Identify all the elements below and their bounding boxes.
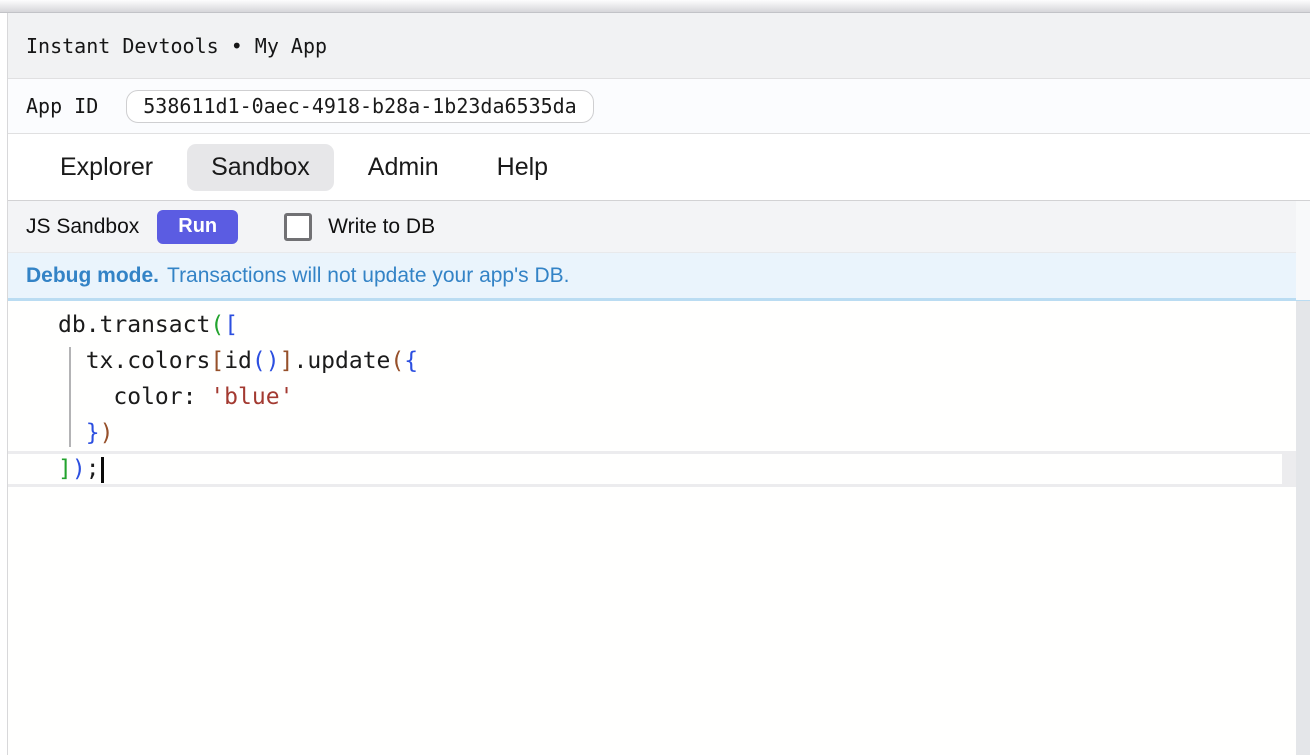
code-line: }) [8, 415, 1296, 451]
active-line-highlight: ]); [8, 451, 1296, 487]
code-token: ) [72, 456, 86, 482]
sandbox-content: JS Sandbox Run Write to DB Debug mode. T… [8, 201, 1310, 755]
sandbox-main: JS Sandbox Run Write to DB Debug mode. T… [8, 201, 1296, 755]
tab-help[interactable]: Help [473, 144, 572, 191]
code-token: { [404, 348, 418, 374]
code-line: color: 'blue' [8, 379, 1296, 415]
debug-mode-bold: Debug mode. [26, 264, 159, 288]
header: Instant Devtools • My App [8, 13, 1310, 79]
write-to-db-label: Write to DB [328, 215, 435, 239]
app-id-value[interactable]: 538611d1-0aec-4918-b28a-1b23da6535da [126, 90, 593, 123]
code-token: 'blue' [210, 384, 293, 410]
window-title: Instant Devtools • My App [26, 34, 327, 58]
code-lines: db.transact([ tx.colors[id()].update({ c… [8, 307, 1296, 487]
debug-mode-text: Transactions will not update your app's … [167, 264, 569, 288]
tab-sandbox[interactable]: Sandbox [187, 144, 334, 191]
tab-bar: Explorer Sandbox Admin Help [8, 134, 1310, 201]
code-token: ) [100, 420, 114, 446]
code-line: ]); [8, 454, 1282, 484]
code-token: ) [266, 348, 280, 374]
indent-guide [69, 347, 71, 447]
code-token: ( [210, 312, 224, 338]
js-sandbox-label: JS Sandbox [26, 215, 139, 239]
code-token: ] [280, 348, 294, 374]
code-token: } [86, 420, 100, 446]
code-token [58, 420, 86, 446]
code-token: db.transact [58, 312, 210, 338]
code-token: [ [224, 312, 238, 338]
scrollbar-track-bottom [1296, 301, 1310, 755]
run-button[interactable]: Run [157, 210, 238, 244]
debug-mode-banner: Debug mode. Transactions will not update… [8, 253, 1296, 301]
code-token: ( [390, 348, 404, 374]
tab-admin[interactable]: Admin [344, 144, 463, 191]
code-editor[interactable]: db.transact([ tx.colors[id()].update({ c… [8, 301, 1296, 755]
scrollbar-track[interactable] [1296, 201, 1310, 755]
code-token: color: [58, 384, 210, 410]
text-caret [101, 457, 104, 483]
sandbox-toolbar: JS Sandbox Run Write to DB [8, 201, 1296, 253]
write-to-db-checkbox[interactable] [284, 213, 312, 241]
code-token: [ [210, 348, 224, 374]
code-token: ; [86, 456, 100, 482]
scrollbar-track-top [1296, 201, 1310, 301]
code-token: id [224, 348, 252, 374]
code-token: ( [252, 348, 266, 374]
code-token: .update [293, 348, 390, 374]
code-token: ] [58, 456, 72, 482]
window-top-edge [0, 0, 1310, 13]
tab-explorer[interactable]: Explorer [36, 144, 177, 191]
code-line: tx.colors[id()].update({ [8, 343, 1296, 379]
code-token: tx.colors [58, 348, 210, 374]
code-line: db.transact([ [8, 307, 1296, 343]
devtools-panel: Instant Devtools • My App App ID 538611d… [7, 13, 1310, 755]
app-id-row: App ID 538611d1-0aec-4918-b28a-1b23da653… [8, 79, 1310, 134]
app-id-label: App ID [26, 94, 98, 118]
